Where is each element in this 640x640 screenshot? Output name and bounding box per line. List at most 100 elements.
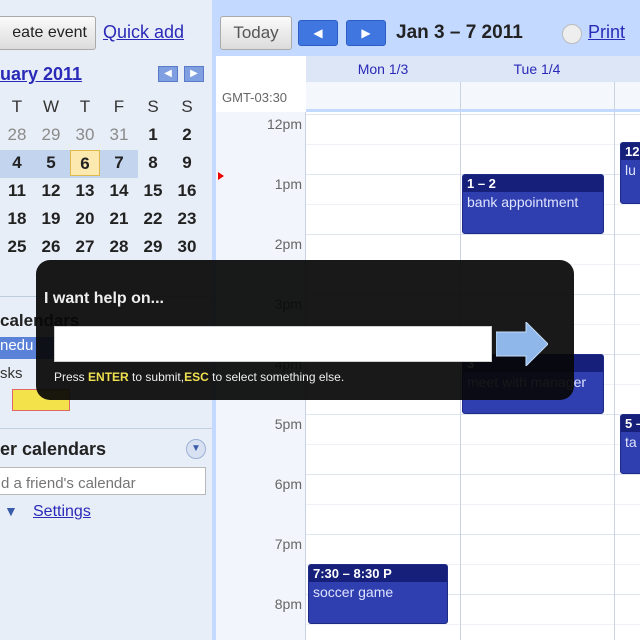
quick-add-link[interactable]: Quick add (103, 22, 184, 43)
submit-arrow-icon[interactable] (496, 322, 548, 366)
calendar-event[interactable]: 5 – ta (620, 414, 640, 474)
create-event-button[interactable]: eate event (0, 16, 96, 50)
calendar-item[interactable]: sks (0, 365, 23, 382)
settings-link[interactable]: Settings (33, 503, 91, 521)
event-title: ta (625, 434, 637, 450)
mini-day[interactable]: 21 (104, 206, 134, 232)
mini-prev-month-button[interactable]: ◀ (158, 66, 178, 82)
mini-day[interactable]: 8 (138, 150, 168, 176)
timezone-label: GMT-03:30 (222, 90, 288, 105)
chevron-down-icon[interactable]: ▼ (186, 439, 206, 459)
mini-day[interactable]: 26 (36, 234, 66, 260)
event-time: 5 – (621, 415, 640, 432)
mini-calendar-title[interactable]: uary 2011 (0, 64, 82, 85)
day-column-divider (614, 82, 615, 640)
mini-weekday-header: T W T F S S (0, 94, 206, 120)
event-time: 12 (621, 143, 640, 160)
other-calendars-title: er calendars (0, 439, 107, 459)
mini-day[interactable]: 19 (36, 206, 66, 232)
calendar-event[interactable]: 1 – 2 bank appointment (462, 174, 604, 234)
mini-day[interactable]: 5 (36, 150, 66, 176)
event-title: lu (625, 162, 636, 178)
mini-day[interactable]: 4 (2, 150, 32, 176)
day-header-tue[interactable]: Tue 1/4 (460, 56, 614, 82)
help-title: I want help on... (44, 290, 164, 307)
hour-label: 8pm (274, 596, 302, 612)
hour-label: 2pm (274, 236, 302, 252)
mini-day[interactable]: 1 (138, 122, 168, 148)
hour-label: 1pm (274, 176, 302, 192)
mini-next-month-button[interactable]: ▶ (184, 66, 204, 82)
event-time: 1 – 2 (463, 175, 603, 192)
mini-day[interactable]: 15 (138, 178, 168, 204)
mini-day[interactable]: 23 (172, 206, 202, 232)
calendar-event[interactable]: 12 lu (620, 142, 640, 204)
half-hour-line (306, 504, 640, 505)
mini-week-row: 18 19 20 21 22 23 (0, 206, 206, 232)
mini-day[interactable]: 20 (70, 206, 100, 232)
event-title: soccer game (313, 584, 394, 600)
hint-text: Press (54, 370, 85, 384)
mini-day[interactable]: 30 (70, 122, 100, 148)
day-header-mon[interactable]: Mon 1/3 (306, 56, 460, 82)
mini-day[interactable]: 30 (172, 234, 202, 260)
mini-day[interactable]: 27 (70, 234, 100, 260)
weekday-label: F (113, 97, 125, 116)
mini-day[interactable]: 31 (104, 122, 134, 148)
calendar-event[interactable]: 7:30 – 8:30 P soccer game (308, 564, 448, 624)
help-search-input[interactable] (54, 326, 492, 362)
print-icon[interactable] (562, 24, 582, 44)
half-hour-line (306, 624, 640, 625)
mini-day[interactable]: 13 (70, 178, 100, 204)
today-button[interactable]: Today (220, 16, 292, 50)
hint-key-esc: ESC (184, 370, 209, 384)
mini-day[interactable]: 18 (2, 206, 32, 232)
mini-day[interactable]: 22 (138, 206, 168, 232)
current-time-marker-icon (218, 172, 224, 180)
half-hour-line (306, 444, 640, 445)
prev-week-button[interactable]: ◀ (298, 20, 338, 46)
mini-day[interactable]: 2 (172, 122, 202, 148)
hour-line (306, 474, 640, 475)
weekday-label: S (147, 97, 159, 116)
half-hour-line (306, 144, 640, 145)
mini-week-row: 4 5 6 7 8 9 (0, 150, 206, 176)
add-friend-calendar-input[interactable] (0, 467, 206, 495)
hint-text: to select something else. (212, 370, 345, 384)
mini-day[interactable]: 25 (2, 234, 32, 260)
date-range-title: Jan 3 – 7 2011 (396, 22, 523, 43)
hint-text: to submit, (132, 370, 185, 384)
mini-day[interactable]: 29 (36, 122, 66, 148)
mini-day[interactable]: 11 (2, 178, 32, 204)
mini-day[interactable]: 7 (104, 150, 134, 176)
mini-day[interactable]: 16 (172, 178, 202, 204)
print-link[interactable]: Print (588, 22, 625, 43)
all-day-row[interactable] (306, 82, 640, 112)
hour-label: 7pm (274, 536, 302, 552)
hour-label: 5pm (274, 416, 302, 432)
event-title: bank appointment (467, 194, 579, 210)
mini-day[interactable]: 29 (138, 234, 168, 260)
dropdown-arrow-icon[interactable]: ▼ (4, 503, 18, 519)
hour-line (306, 534, 640, 535)
mini-day[interactable]: 28 (104, 234, 134, 260)
next-week-button[interactable]: ▶ (346, 20, 386, 46)
help-overlay: I want help on... Press ENTER to submit,… (36, 260, 574, 400)
hint-key-enter: ENTER (88, 370, 129, 384)
hour-line (306, 114, 640, 115)
other-calendars-panel: er calendars ▼ ▼ Settings (0, 428, 212, 538)
mini-week-row: 28 29 30 31 1 2 (0, 122, 206, 148)
hour-label: 12pm (266, 116, 302, 132)
weekday-label: T (79, 97, 91, 116)
mini-day[interactable]: 14 (104, 178, 134, 204)
mini-day[interactable]: 12 (36, 178, 66, 204)
mini-day[interactable]: 28 (2, 122, 32, 148)
day-header-wed[interactable] (614, 56, 640, 82)
help-hint: Press ENTER to submit,ESC to select some… (54, 370, 344, 384)
mini-week-row: 11 12 13 14 15 16 (0, 178, 206, 204)
mini-day[interactable]: 9 (172, 150, 202, 176)
hour-line (306, 414, 640, 415)
weekday-label: S (181, 97, 193, 116)
event-time: 7:30 – 8:30 P (309, 565, 447, 582)
mini-day-today[interactable]: 6 (70, 150, 100, 176)
